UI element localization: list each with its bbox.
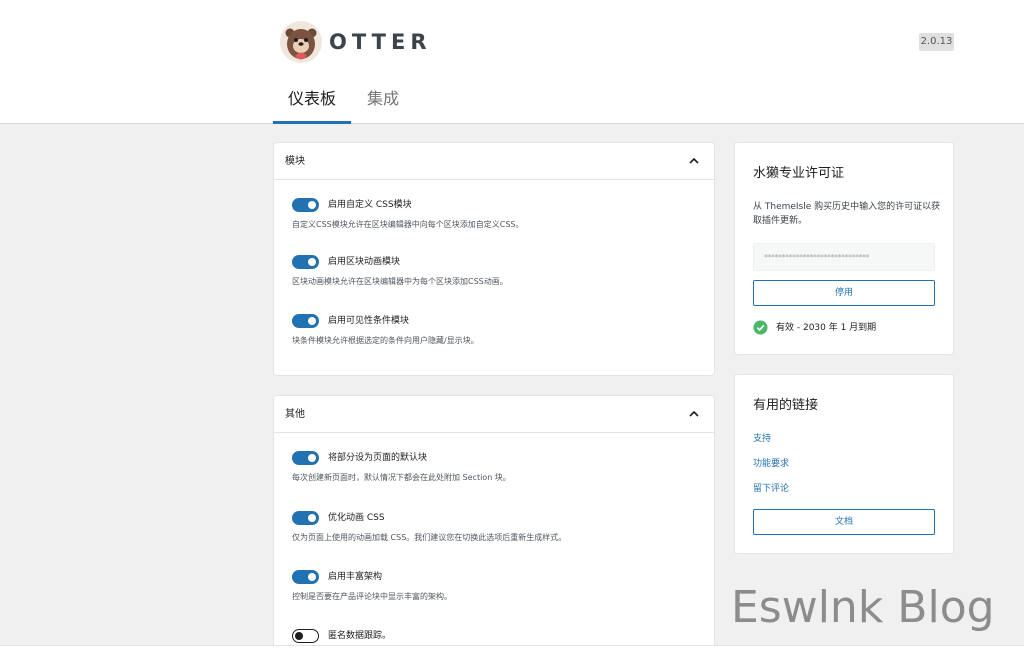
tab-integrations[interactable]: 集成 xyxy=(360,86,406,124)
other-panel-title: 其他 xyxy=(285,409,305,420)
license-key-input[interactable]: ****************************** xyxy=(753,243,935,271)
brand-name: OTTER xyxy=(329,30,432,54)
other-panel-header[interactable]: 其他 xyxy=(274,396,714,433)
setting-label: 启用可见性条件模块 xyxy=(328,316,410,326)
support-link[interactable]: 支持 xyxy=(753,432,771,446)
visibility-conditions-toggle[interactable] xyxy=(292,314,319,328)
setting-help: 自定义CSS模块允许在区块编辑器中向每个区块添加自定义CSS。 xyxy=(292,220,524,229)
deactivate-button[interactable]: 停用 xyxy=(753,280,935,306)
chevron-up-icon[interactable] xyxy=(686,406,702,422)
chevron-up-icon[interactable] xyxy=(686,153,702,169)
other-panel: 其他 将部分设为页面的默认块 每次创建新页面时，默认情况下都会在此处附加 Sec… xyxy=(273,395,715,652)
license-card: 水獭专业许可证 从 ThemeIsle 购买历史中输入您的许可证以获取插件更新。… xyxy=(734,142,954,355)
check-circle-icon xyxy=(753,320,768,335)
setting-label: 将部分设为页面的默认块 xyxy=(328,453,428,463)
version-badge: 2.0.13 xyxy=(919,33,954,51)
setting-label: 优化动画 CSS xyxy=(328,513,385,523)
setting-help: 控制是否要在产品评论块中显示丰富的架构。 xyxy=(292,592,452,601)
setting-help: 块条件模块允许根据选定的条件向用户隐藏/显示块。 xyxy=(292,336,479,345)
custom-css-toggle[interactable] xyxy=(292,198,319,212)
modules-panel-title: 模块 xyxy=(285,156,305,167)
license-status-text: 有效 - 2030 年 1 月到期 xyxy=(776,323,877,333)
footer-bar xyxy=(0,645,1024,652)
tab-dashboard[interactable]: 仪表板 xyxy=(273,86,351,124)
block-animation-toggle[interactable] xyxy=(292,255,319,269)
anonymous-tracking-toggle[interactable] xyxy=(292,629,319,643)
setting-label: 启用区块动画模块 xyxy=(328,257,401,267)
optimize-animation-toggle[interactable] xyxy=(292,511,319,525)
watermark: Eswlnk Blog xyxy=(731,582,995,633)
modules-panel-header[interactable]: 模块 xyxy=(274,143,714,180)
setting-help: 每次创建新页面时，默认情况下都会在此处附加 Section 块。 xyxy=(292,473,511,482)
otter-logo-icon xyxy=(280,21,322,63)
setting-help: 区块动画模块允许在区块编辑器中为每个区块添加CSS动画。 xyxy=(292,277,508,286)
default-section-toggle[interactable] xyxy=(292,451,319,465)
rich-schema-toggle[interactable] xyxy=(292,570,319,584)
license-title: 水獭专业许可证 xyxy=(753,166,845,181)
leave-review-link[interactable]: 留下评论 xyxy=(753,482,789,496)
app-header: OTTER 2.0.13 仪表板 集成 xyxy=(0,0,1024,124)
license-description: 从 ThemeIsle 购买历史中输入您的许可证以获取插件更新。 xyxy=(753,202,941,226)
useful-links-card: 有用的链接 支持 功能要求 留下评论 文档 xyxy=(734,374,954,554)
setting-help: 仅为页面上使用的动画加载 CSS。我们建议您在切换此选项后重新生成样式。 xyxy=(292,533,567,542)
setting-label: 匿名数据跟踪。 xyxy=(328,631,392,641)
modules-panel: 模块 启用自定义 CSS模块 自定义CSS模块允许在区块编辑器中向每个区块添加自… xyxy=(273,142,715,376)
feature-request-link[interactable]: 功能要求 xyxy=(753,457,789,471)
setting-label: 启用自定义 CSS模块 xyxy=(328,200,412,210)
links-title: 有用的链接 xyxy=(753,398,819,413)
setting-label: 启用丰富架构 xyxy=(328,572,383,582)
docs-button[interactable]: 文档 xyxy=(753,509,935,535)
